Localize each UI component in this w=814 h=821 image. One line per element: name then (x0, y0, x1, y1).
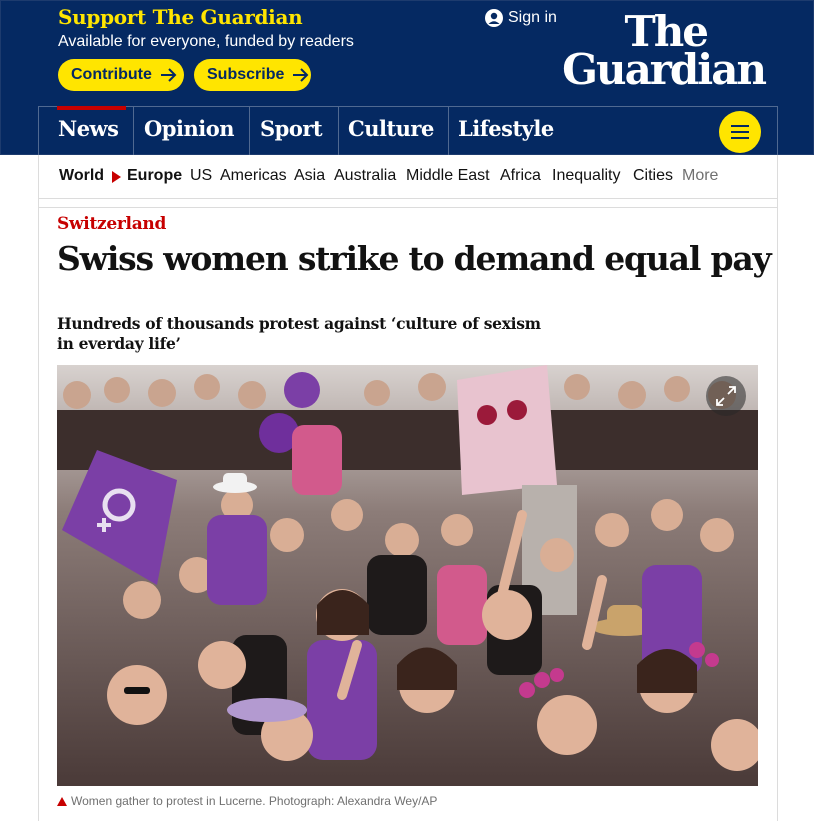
breadcrumb-arrow-icon (112, 171, 121, 183)
expand-icon (716, 386, 736, 406)
subnav-item-americas[interactable]: Americas (220, 167, 287, 185)
article-kicker[interactable]: Switzerland (57, 214, 166, 234)
expand-image-button[interactable] (706, 376, 746, 416)
contribute-button[interactable]: Contribute (58, 59, 184, 91)
subnav-item-middle-east[interactable]: Middle East (406, 167, 490, 185)
subnav-item-cities[interactable]: Cities (633, 167, 673, 185)
pillar-lifestyle[interactable]: Lifestyle (458, 107, 554, 155)
arrow-right-icon (160, 68, 177, 82)
contribute-label: Contribute (71, 66, 152, 83)
pillar-nav: News Opinion Sport Culture Lifestyle (38, 106, 778, 155)
hamburger-icon (731, 137, 749, 139)
article-headline: Swiss women strike to demand equal pay (57, 239, 772, 278)
support-subtitle: Available for everyone, funded by reader… (58, 33, 354, 50)
menu-button[interactable] (719, 111, 761, 153)
subnav-item-australia[interactable]: Australia (334, 167, 396, 185)
subnav-item-europe[interactable]: Europe (127, 167, 182, 185)
guardian-logo[interactable]: The Guardian (533, 11, 767, 94)
subscribe-label: Subscribe (207, 66, 285, 83)
article-photo[interactable] (57, 365, 758, 786)
pillar-divider (338, 107, 339, 155)
pillar-news[interactable]: News (56, 106, 128, 155)
photo-caption: Women gather to protest in Lucerne. Phot… (57, 794, 437, 808)
hamburger-icon (731, 131, 749, 133)
arrow-right-icon (292, 68, 309, 82)
caption-text: Women gather to protest in Lucerne. Phot… (71, 794, 438, 808)
protest-crowd-illustration (57, 365, 758, 786)
pillar-divider (133, 107, 134, 155)
article-standfirst: Hundreds of thousands protest against ‘c… (57, 314, 541, 353)
pillar-divider (249, 107, 250, 155)
divider (38, 207, 778, 208)
subnav-item-inequality[interactable]: Inequality (552, 167, 621, 185)
support-title: Support The Guardian (58, 5, 303, 29)
subnav-item-africa[interactable]: Africa (500, 167, 541, 185)
pillar-sport[interactable]: Sport (260, 107, 323, 155)
hamburger-icon (731, 125, 749, 127)
logo-line-2: Guardian (562, 45, 767, 94)
caption-triangle-icon (57, 796, 67, 806)
pillar-opinion[interactable]: Opinion (144, 107, 234, 155)
pillar-culture[interactable]: Culture (348, 107, 434, 155)
subnav-item-us[interactable]: US (190, 167, 212, 185)
subnav-item-more[interactable]: More (682, 167, 718, 185)
subnav-item-asia[interactable]: Asia (294, 167, 325, 185)
user-icon (485, 9, 503, 27)
pillar-divider (448, 107, 449, 155)
subscribe-button[interactable]: Subscribe (194, 59, 311, 91)
subnav-item-world[interactable]: World (59, 167, 104, 185)
sub-nav: World Europe US Americas Asia Australia … (38, 155, 778, 199)
